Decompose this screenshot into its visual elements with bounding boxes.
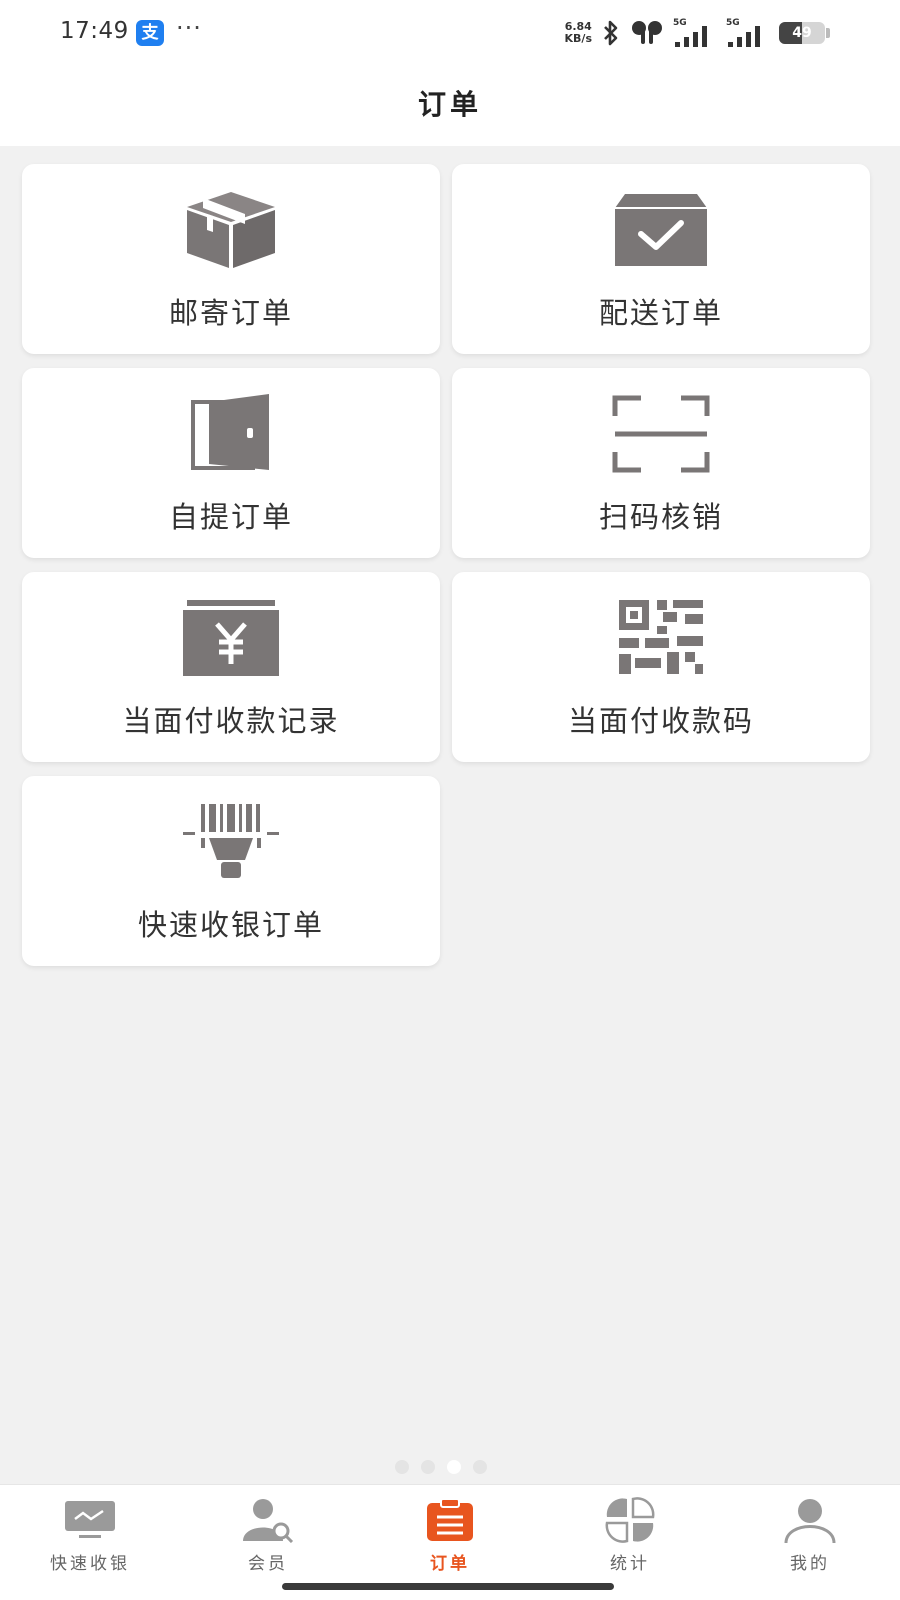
tab-label: 会员 <box>248 1554 288 1574</box>
bluetooth-icon <box>604 20 618 46</box>
page-dot <box>395 1460 409 1474</box>
qr-code-icon <box>611 598 711 678</box>
battery-icon: 49 <box>779 22 825 44</box>
monitor-icon <box>65 1501 115 1538</box>
page-dot <box>421 1460 435 1474</box>
page-indicator <box>395 1460 487 1474</box>
home-indicator[interactable] <box>282 1583 614 1590</box>
barcode-scanner-icon <box>181 802 281 882</box>
tab-quick-cashier[interactable]: 快速收银 <box>20 1493 160 1577</box>
tab-profile[interactable]: 我的 <box>740 1493 880 1577</box>
menu-card-scan-verify[interactable]: 扫码核销 <box>452 368 870 558</box>
tab-label: 我的 <box>790 1554 830 1574</box>
yen-wallet-icon <box>181 598 281 678</box>
battery-percent: 49 <box>792 25 812 41</box>
door-icon <box>181 394 281 474</box>
status-time: 17:49 <box>60 18 129 44</box>
user-profile-icon <box>784 1499 836 1543</box>
more-notifications-icon: ··· <box>176 14 202 42</box>
menu-label: 当面付收款记录 <box>122 704 340 738</box>
tab-label: 快速收银 <box>50 1554 130 1574</box>
menu-card-pickup-orders[interactable]: 自提订单 <box>22 368 440 558</box>
menu-label: 邮寄订单 <box>168 296 293 330</box>
page-dot <box>473 1460 487 1474</box>
status-bar: 17:49 支 ··· 6.84 KB/s 5G 5G 49 <box>0 0 900 66</box>
tab-label: 订单 <box>430 1554 470 1574</box>
tab-label: 统计 <box>610 1554 650 1574</box>
tab-statistics[interactable]: 统计 <box>560 1493 700 1577</box>
menu-card-face-pay-code[interactable]: 当面付收款码 <box>452 572 870 762</box>
delivery-box-check-icon <box>611 190 711 270</box>
signal-bars-1-icon <box>675 26 707 47</box>
tab-orders[interactable]: 订单 <box>380 1493 520 1577</box>
signal-strength-2: 5G <box>726 18 770 48</box>
page-dot-active <box>447 1460 461 1474</box>
signal-bars-2-icon <box>728 26 760 47</box>
battery-cap <box>826 28 830 38</box>
page-header: 订单 <box>0 66 900 146</box>
clipboard-icon <box>427 1498 473 1541</box>
page-title: 订单 <box>417 88 482 121</box>
network-speed: 6.84 KB/s <box>565 21 592 45</box>
menu-card-delivery-orders[interactable]: 配送订单 <box>452 164 870 354</box>
status-indicators: 6.84 KB/s 5G 5G 49 <box>565 16 830 50</box>
alipay-notification-icon: 支 <box>136 20 164 46</box>
menu-label: 配送订单 <box>598 296 723 330</box>
scan-frame-icon <box>611 394 711 474</box>
menu-card-mail-orders[interactable]: 邮寄订单 <box>22 164 440 354</box>
menu-card-quick-cashier-orders[interactable]: 快速收银订单 <box>22 776 440 966</box>
tab-member[interactable]: 会员 <box>198 1493 338 1577</box>
statistics-petals-icon <box>605 1497 655 1543</box>
network-speed-unit: KB/s <box>564 32 592 45</box>
menu-label: 当面付收款码 <box>567 704 754 738</box>
menu-label: 快速收银订单 <box>137 908 324 942</box>
package-box-icon <box>181 190 281 270</box>
signal-strength-1: 5G <box>673 18 717 48</box>
menu-label: 自提订单 <box>168 500 293 534</box>
earbuds-icon <box>632 21 662 44</box>
menu-card-face-pay-records[interactable]: 当面付收款记录 <box>22 572 440 762</box>
menu-label: 扫码核销 <box>598 500 723 534</box>
member-search-icon <box>243 1499 294 1543</box>
